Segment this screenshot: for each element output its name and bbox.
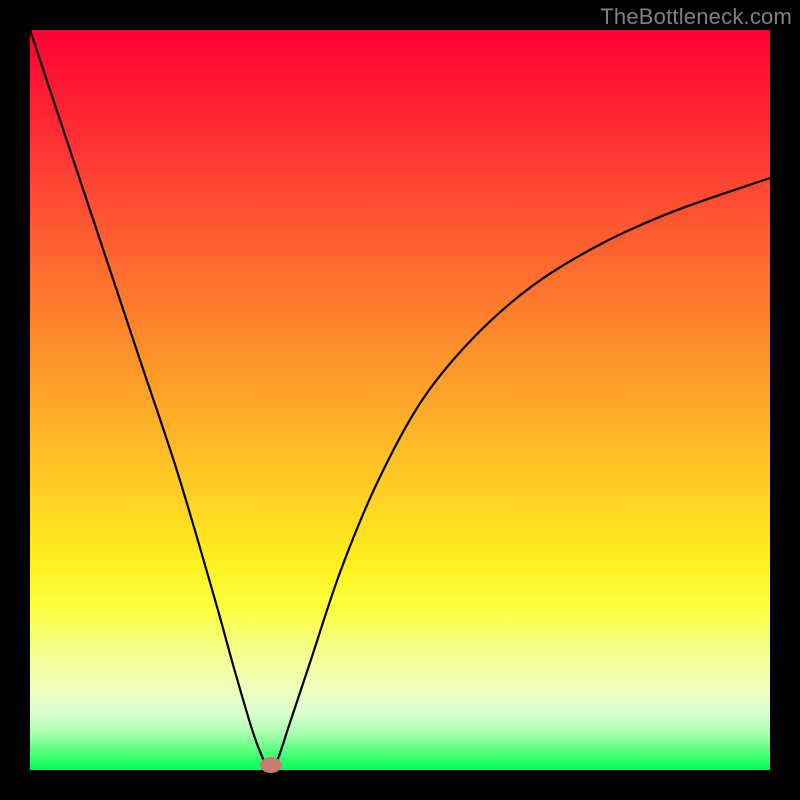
- watermark-text: TheBottleneck.com: [600, 4, 792, 30]
- bottleneck-curve: [30, 30, 770, 770]
- curve-layer: [30, 30, 770, 770]
- plot-area: [30, 30, 770, 770]
- optimum-marker: [260, 757, 282, 773]
- chart-container: TheBottleneck.com: [0, 0, 800, 800]
